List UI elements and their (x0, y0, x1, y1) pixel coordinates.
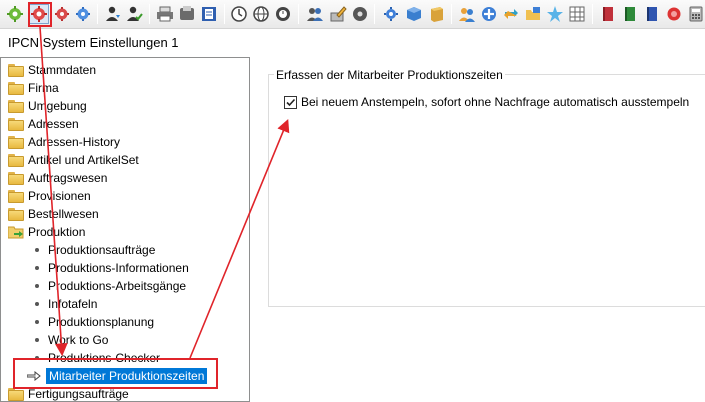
folder-icon[interactable] (523, 4, 543, 24)
folder-icon (8, 63, 24, 77)
grid-icon[interactable] (567, 4, 587, 24)
page-title: IPCN System Einstellungen 1 (8, 35, 179, 50)
tree-item-produktions-informationen[interactable]: Produktions-Informationen (1, 259, 189, 277)
eraser-icon[interactable] (664, 4, 684, 24)
folder-icon (8, 81, 24, 95)
tree-item-infotafeln[interactable]: Infotafeln (1, 295, 97, 313)
toolbar (0, 0, 705, 29)
tree-item-produktionsplanung[interactable]: Produktionsplanung (1, 313, 154, 331)
bullet-icon (35, 284, 39, 288)
plus-circle-icon[interactable] (479, 4, 499, 24)
green-book-icon[interactable] (620, 4, 640, 24)
printer-icon[interactable] (155, 4, 175, 24)
folder-icon (8, 387, 24, 401)
user-group-icon[interactable] (457, 4, 477, 24)
bullet-icon (35, 248, 39, 252)
bullet-icon (35, 320, 39, 324)
user-check-icon[interactable] (124, 4, 144, 24)
red-gear-small-icon[interactable] (52, 4, 72, 24)
tree-item-adressen[interactable]: Adressen (1, 115, 79, 133)
tree-item-bestellwesen[interactable]: Bestellwesen (1, 205, 99, 223)
document-icon[interactable] (199, 4, 219, 24)
tree-item-adressen-history[interactable]: Adressen-History (1, 133, 120, 151)
folder-icon (8, 117, 24, 131)
blue-cube-icon[interactable] (404, 4, 424, 24)
calculator-icon[interactable] (686, 4, 705, 24)
folder-icon (8, 135, 24, 149)
blue-gear-icon[interactable] (73, 4, 93, 24)
bullet-icon (35, 266, 39, 270)
clock-counter-icon[interactable] (273, 4, 293, 24)
auto-clockout-option[interactable]: Bei neuem Anstempeln, sofort ohne Nachfr… (284, 95, 689, 109)
checkmark-icon (286, 98, 296, 106)
tree-item-stammdaten[interactable]: Stammdaten (1, 61, 96, 79)
folder-icon (8, 99, 24, 113)
bullet-icon (35, 338, 39, 342)
tree-item-auftragswesen[interactable]: Auftragswesen (1, 169, 107, 187)
fax-icon[interactable] (177, 4, 197, 24)
user-download-icon[interactable] (103, 4, 123, 24)
users-icon[interactable] (305, 4, 325, 24)
star-icon[interactable] (545, 4, 565, 24)
blue-book-icon[interactable] (642, 4, 662, 24)
folder-icon (8, 171, 24, 185)
sync-icon[interactable] (501, 4, 521, 24)
pen-icon[interactable] (328, 4, 348, 24)
red-book-icon[interactable] (598, 4, 618, 24)
box-icon[interactable] (427, 4, 447, 24)
disc-icon[interactable] (350, 4, 370, 24)
green-gear-icon[interactable] (5, 4, 25, 24)
globe-icon[interactable] (251, 4, 271, 24)
annotation-box-selected-item (13, 358, 218, 389)
open-folder-icon (8, 226, 24, 238)
folder-icon (8, 153, 24, 167)
annotation-box-toolbar (28, 2, 52, 27)
folder-icon (8, 207, 24, 221)
tree-item-work-to-go[interactable]: Work to Go (1, 331, 108, 349)
tree-item-produktionsauftraege[interactable]: Produktionsaufträge (1, 241, 155, 259)
tools-icon[interactable] (381, 4, 401, 24)
tree-item-provisionen[interactable]: Provisionen (1, 187, 91, 205)
settings-panel: Erfassen der Mitarbeiter Produktionszeit… (268, 67, 705, 307)
clock-icon[interactable] (229, 4, 249, 24)
tree-item-firma[interactable]: Firma (1, 79, 59, 97)
tree-item-artikel[interactable]: Artikel und ArtikelSet (1, 151, 139, 169)
bullet-icon (35, 302, 39, 306)
tree-item-produktions-arbeitsgaenge[interactable]: Produktions-Arbeitsgänge (1, 277, 186, 295)
checkbox-label: Bei neuem Anstempeln, sofort ohne Nachfr… (301, 95, 690, 109)
group-title: Erfassen der Mitarbeiter Produktionszeit… (274, 68, 505, 82)
auto-clockout-checkbox[interactable] (284, 95, 297, 109)
tree-item-produktion[interactable]: Produktion (1, 223, 85, 241)
settings-tree[interactable]: Stammdaten Firma Umgebung Adressen Adres… (0, 57, 250, 402)
tree-item-umgebung[interactable]: Umgebung (1, 97, 87, 115)
folder-icon (8, 189, 24, 203)
